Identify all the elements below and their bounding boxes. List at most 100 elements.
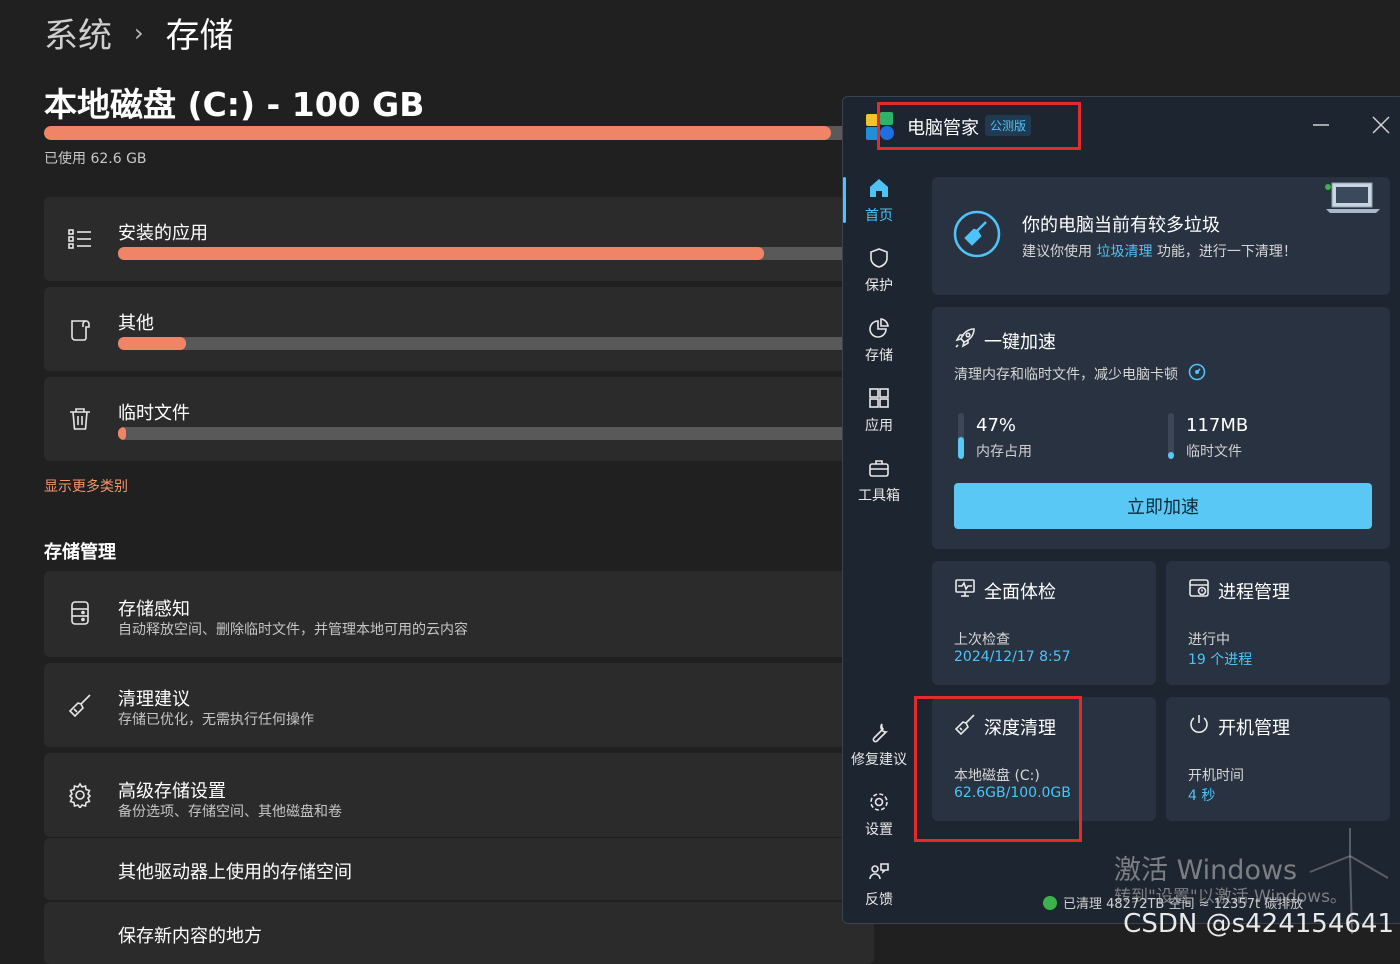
- checkup-label: 上次检查: [954, 632, 1010, 648]
- process-management-tile[interactable]: 进程管理 进行中 19 个进程: [1166, 561, 1390, 685]
- row-label: 高级存储设置: [118, 781, 226, 802]
- category-installed-apps[interactable]: 安装的应用: [44, 197, 878, 281]
- csdn-watermark: CSDN @s424154641: [1123, 909, 1394, 939]
- nav-toolbox[interactable]: 工具箱: [843, 457, 915, 505]
- feedback-icon: [843, 861, 915, 887]
- row-label: 清理建议: [118, 689, 190, 710]
- rocket-icon: [954, 327, 976, 354]
- breadcrumb: 系统 › 存储: [44, 8, 234, 57]
- breadcrumb-separator: ›: [134, 18, 144, 47]
- nav-apps[interactable]: 应用: [843, 387, 915, 435]
- temp-files-fill: [1168, 452, 1174, 459]
- nav-label: 设置: [865, 822, 893, 838]
- process-label: 进行中: [1188, 632, 1230, 648]
- row-label: 保存新内容的地方: [118, 926, 262, 947]
- advanced-storage-settings-row[interactable]: 高级存储设置 备份选项、存储空间、其他磁盘和卷: [44, 753, 874, 837]
- checkup-value: 2024/12/17 8:57: [954, 649, 1071, 665]
- full-checkup-tile[interactable]: 全面体检 上次检查 2024/12/17 8:57: [932, 561, 1156, 685]
- apps-icon: [843, 387, 915, 413]
- nav-label: 保护: [865, 278, 893, 294]
- category-bar: [118, 247, 878, 260]
- alert-desc: 建议你使用 垃圾清理 功能，进行一下清理！: [1022, 241, 1297, 261]
- laptop-illustration-icon: [1324, 179, 1388, 219]
- nav-repair-suggestions[interactable]: 修复建议: [843, 721, 915, 769]
- one-click-boost-panel: 一键加速 清理内存和临时文件，减少电脑卡顿 47% 内存占用 117MB 临时文…: [932, 307, 1390, 549]
- broom-icon: [66, 691, 94, 719]
- storage-sense-icon: [66, 599, 94, 627]
- save-new-content-row[interactable]: 保存新内容的地方: [44, 902, 874, 964]
- startup-management-tile[interactable]: 开机管理 开机时间 4 秒: [1166, 697, 1390, 821]
- power-icon: [1188, 713, 1210, 740]
- pie-icon: [843, 317, 915, 343]
- temp-files-meter: [1168, 413, 1174, 459]
- temp-files-label: 临时文件: [1186, 444, 1242, 460]
- cleanup-recommendations-row[interactable]: 清理建议 存储已优化，无需执行任何操作: [44, 663, 874, 747]
- startup-label: 开机时间: [1188, 768, 1244, 784]
- boost-now-button[interactable]: 立即加速: [954, 483, 1372, 529]
- checkup-title: 全面体检: [984, 581, 1056, 603]
- memory-usage-meter: [958, 413, 964, 459]
- trash-icon: [66, 405, 94, 433]
- startup-heading: 开机管理: [1188, 713, 1290, 740]
- disk-title: 本地磁盘 (C:) - 100 GB: [44, 85, 425, 124]
- nav-feedback[interactable]: 反馈: [843, 861, 915, 909]
- row-desc: 自动释放空间、删除临时文件，并管理本地可用的云内容: [118, 622, 468, 638]
- breadcrumb-parent[interactable]: 系统: [44, 8, 112, 57]
- storage-sense-row[interactable]: 存储感知 自动释放空间、删除临时文件，并管理本地可用的云内容: [44, 571, 874, 657]
- nav-storage[interactable]: 存储: [843, 317, 915, 365]
- boost-desc-row: 清理内存和临时文件，减少电脑卡顿: [954, 363, 1206, 385]
- close-button[interactable]: [1365, 111, 1397, 139]
- startup-value: 4 秒: [1188, 788, 1216, 804]
- nav-label: 首页: [865, 208, 893, 224]
- category-temp-files[interactable]: 临时文件: [44, 377, 878, 461]
- alert-desc-post: 功能，进行一下清理！: [1156, 244, 1297, 260]
- document-icon: [66, 315, 94, 343]
- row-desc: 备份选项、存储空间、其他磁盘和卷: [118, 804, 342, 820]
- other-drives-storage-row[interactable]: 其他驱动器上使用的存储空间: [44, 838, 874, 900]
- row-label: 存储感知: [118, 599, 190, 620]
- cleaning-brush-icon: [952, 209, 1002, 263]
- show-more-categories-link[interactable]: 显示更多类别: [44, 476, 128, 496]
- process-window-icon: [1188, 577, 1210, 604]
- category-bar-fill: [118, 427, 126, 440]
- highlight-box-deep-clean: [914, 696, 1082, 842]
- highlight-box-title: [877, 102, 1081, 150]
- memory-usage-label: 内存占用: [976, 444, 1032, 460]
- minimize-button[interactable]: [1305, 111, 1337, 139]
- category-label: 安装的应用: [118, 223, 208, 244]
- category-bar-fill: [118, 247, 764, 260]
- nav-protect[interactable]: 保护: [843, 247, 915, 295]
- gauge-icon[interactable]: [1188, 363, 1206, 385]
- row-label: 其他驱动器上使用的存储空间: [118, 862, 352, 883]
- junk-cleanup-link[interactable]: 垃圾清理: [1096, 244, 1152, 260]
- memory-usage-value: 47%: [976, 415, 1017, 436]
- boost-desc: 清理内存和临时文件，减少电脑卡顿: [954, 367, 1178, 383]
- leaf-icon: [1043, 895, 1057, 910]
- nav-label: 修复建议: [851, 752, 907, 768]
- alert-title: 你的电脑当前有较多垃圾: [1022, 215, 1220, 236]
- alert-desc-pre: 建议你使用: [1022, 244, 1092, 260]
- nav-label: 工具箱: [858, 488, 900, 504]
- storage-management-heading: 存储管理: [44, 542, 116, 563]
- page-title: 存储: [165, 16, 234, 56]
- disk-used-text: 已使用 62.6 GB: [44, 151, 147, 167]
- shield-icon: [843, 247, 915, 273]
- gear-icon: [843, 791, 915, 817]
- checkup-heading: 全面体检: [954, 577, 1056, 604]
- list-icon: [66, 225, 94, 253]
- nav-settings[interactable]: 设置: [843, 791, 915, 839]
- nav-home[interactable]: 首页: [843, 177, 915, 225]
- wrench-icon: [843, 721, 915, 747]
- nav-label: 反馈: [865, 892, 893, 908]
- category-other[interactable]: 其他: [44, 287, 878, 371]
- junk-alert-panel[interactable]: 你的电脑当前有较多垃圾 建议你使用 垃圾清理 功能，进行一下清理！: [932, 177, 1390, 295]
- process-title: 进程管理: [1218, 581, 1290, 603]
- category-label: 临时文件: [118, 403, 190, 424]
- category-bar: [118, 337, 878, 350]
- category-bar-fill: [118, 337, 187, 350]
- process-heading: 进程管理: [1188, 577, 1290, 604]
- temp-files-value: 117MB: [1186, 415, 1249, 436]
- startup-title: 开机管理: [1218, 717, 1290, 739]
- boost-title: 一键加速: [984, 331, 1056, 353]
- process-value: 19 个进程: [1188, 652, 1253, 668]
